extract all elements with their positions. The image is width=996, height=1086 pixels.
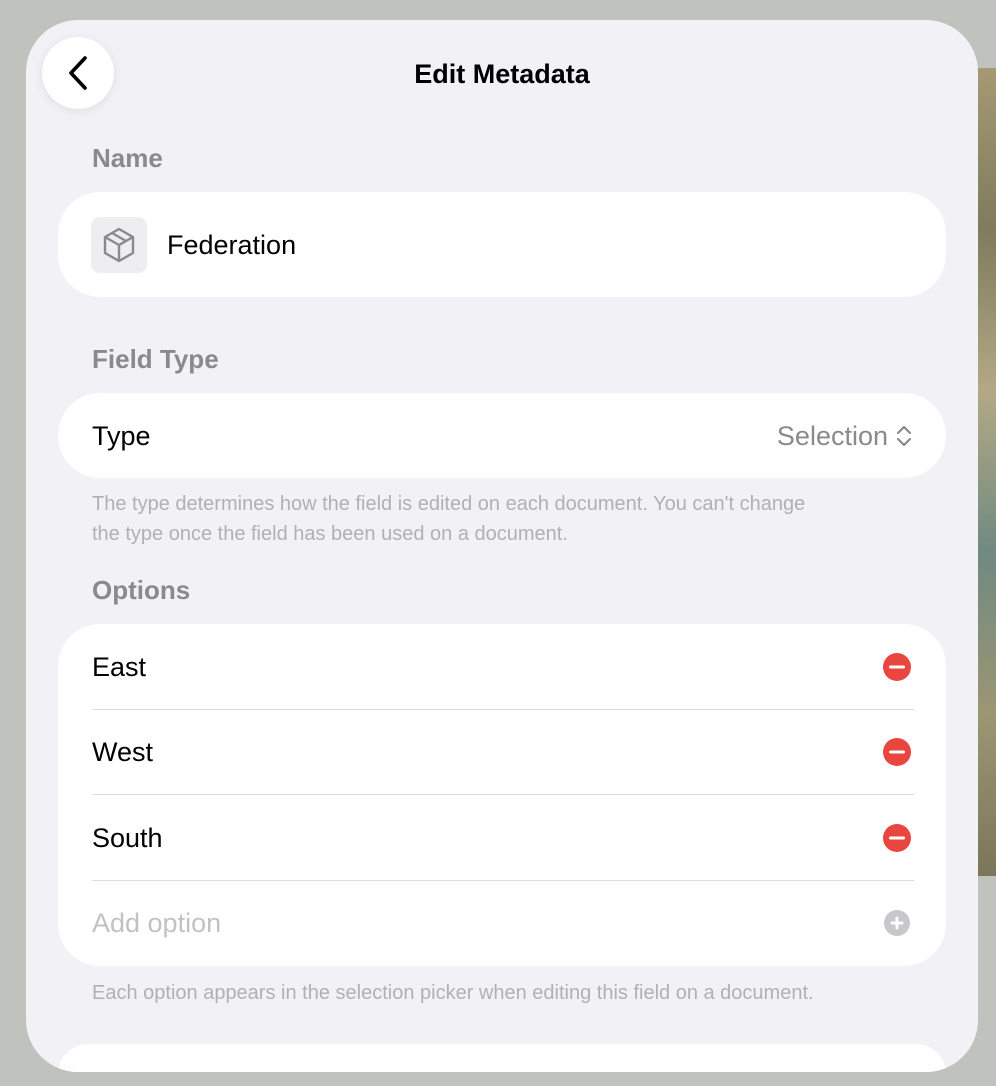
type-value-text: Selection bbox=[776, 421, 888, 451]
add-option-icon[interactable] bbox=[882, 908, 912, 938]
field-type-footnote: The type determines how the field is edi… bbox=[92, 493, 806, 545]
option-row[interactable]: South bbox=[92, 795, 912, 880]
option-label: South bbox=[92, 823, 163, 853]
name-section-header: Name bbox=[92, 143, 163, 173]
remove-option-icon[interactable] bbox=[882, 652, 912, 682]
options-section-header: Options bbox=[92, 575, 191, 605]
option-row[interactable]: West bbox=[92, 709, 912, 794]
options-footnote: Each option appears in the selection pic… bbox=[92, 982, 814, 1004]
option-label: East bbox=[92, 652, 147, 682]
remove-option-icon[interactable] bbox=[882, 823, 912, 853]
remove-option-icon[interactable] bbox=[882, 737, 912, 767]
next-section-card bbox=[58, 1044, 946, 1072]
option-row[interactable]: East bbox=[92, 624, 912, 709]
field-type-section-header: Field Type bbox=[92, 344, 219, 374]
icon-picker[interactable] bbox=[91, 217, 147, 273]
add-option-row[interactable]: Add option bbox=[92, 880, 912, 965]
name-field[interactable]: Federation bbox=[167, 228, 296, 262]
cube-icon bbox=[103, 227, 135, 263]
edit-metadata-sheet: Edit Metadata Name Federation Field Type… bbox=[26, 20, 978, 1072]
type-value[interactable]: Selection bbox=[777, 419, 912, 453]
add-option-input[interactable]: Add option bbox=[92, 906, 221, 940]
chevron-up-down-icon bbox=[896, 425, 912, 447]
page-title: Edit Metadata bbox=[414, 59, 590, 89]
name-card: Federation bbox=[58, 192, 946, 297]
type-label: Type bbox=[92, 421, 151, 451]
type-picker[interactable]: Type Selection bbox=[58, 393, 946, 478]
option-label: West bbox=[92, 737, 154, 767]
options-list: East West South Add option bbox=[58, 624, 946, 966]
